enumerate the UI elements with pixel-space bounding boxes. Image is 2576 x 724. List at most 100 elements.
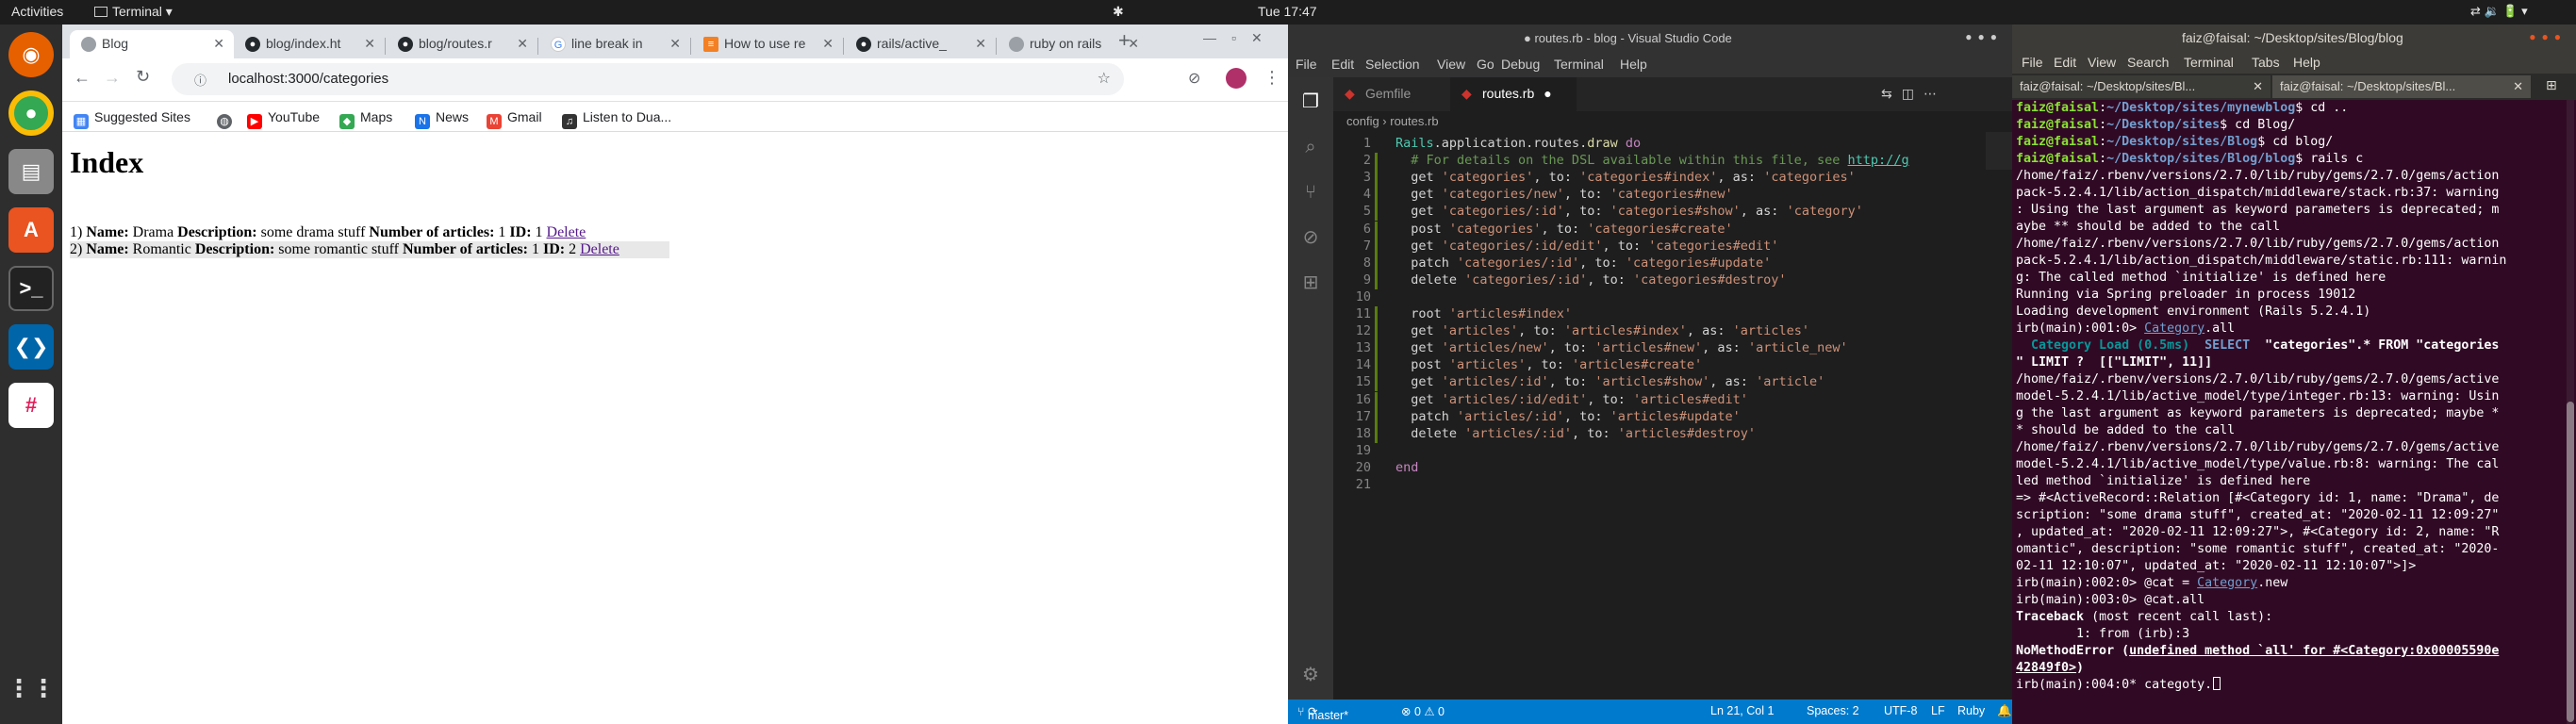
new-tab-icon[interactable]: ⊞ (2546, 77, 2557, 93)
debug-icon[interactable]: ⊘ (1299, 226, 1322, 249)
line-number: 8 (1362, 255, 1371, 271)
menu-selection[interactable]: Selection (1365, 57, 1420, 72)
code-line: get 'categories', to: 'categories#index'… (1395, 170, 1856, 186)
menu-debug[interactable]: Debug (1501, 57, 1540, 72)
terminal-tab-active[interactable]: faiz@faisal: ~/Desktop/sites/Bl... ✕ (2272, 75, 2531, 98)
menu-file[interactable]: File (1296, 57, 1317, 72)
source-control-icon[interactable]: ⑂ (1299, 181, 1322, 204)
bookmark-dua[interactable]: ♫ Listen to Dua... (562, 109, 671, 129)
dua-icon: ♫ (562, 114, 577, 129)
encoding[interactable]: UTF-8 (1884, 704, 1917, 717)
tab-gemfile[interactable]: ◆ Gemfile (1333, 77, 1450, 111)
notifications-bell-icon[interactable]: 🔔 (1997, 704, 2012, 718)
software-center-icon[interactable]: A (8, 207, 54, 253)
line-number: 10 (1355, 288, 1371, 304)
terminal-output[interactable]: faiz@faisal:~/Desktop/sites/mynewblog$ c… (2016, 100, 2563, 724)
scrollbar-thumb[interactable] (2567, 402, 2574, 722)
window-controls[interactable]: —▫✕ (1203, 30, 1278, 46)
menu-tabs[interactable]: Tabs (2252, 55, 2280, 70)
branch-indicator[interactable]: ⑂ master* ⟳ (1297, 704, 1348, 722)
menu-help[interactable]: Help (1620, 57, 1647, 72)
menu-help[interactable]: Help (2293, 55, 2320, 70)
settings-gear-icon[interactable]: ⚙ (1299, 664, 1322, 686)
git-change-marker (1375, 255, 1378, 272)
unsaved-dot-icon[interactable]: ● (1544, 86, 1551, 101)
menu-edit[interactable]: Edit (2054, 55, 2076, 70)
bookmark-youtube[interactable]: ▶ YouTube (247, 109, 320, 129)
tab-routes-rb[interactable]: ◆ routes.rb ● (1450, 77, 1577, 111)
new-tab-button[interactable]: + (1118, 28, 1131, 53)
explorer-icon[interactable]: ❐ (1299, 90, 1322, 113)
delete-link[interactable]: Delete (547, 224, 586, 240)
chrome-icon[interactable]: ● (8, 90, 54, 136)
menu-edit[interactable]: Edit (1331, 57, 1354, 72)
files-icon[interactable]: ▤ (8, 149, 54, 194)
close-tab-icon[interactable]: ✕ (2253, 79, 2263, 94)
menu-file[interactable]: File (2022, 55, 2043, 70)
menu-icon[interactable]: ⋮ (1263, 68, 1280, 88)
vscode-icon[interactable]: ❮❯ (8, 324, 54, 370)
extensions-icon[interactable]: ⊞ (1299, 272, 1322, 294)
bookmark-star-icon[interactable]: ☆ (1098, 69, 1111, 88)
terminal-tab[interactable]: faiz@faisal: ~/Desktop/sites/Bl... ✕ (2012, 75, 2271, 98)
tab-stackoverflow[interactable]: ≡ How to use re ✕ (692, 30, 843, 58)
menu-terminal[interactable]: Terminal (2184, 55, 2234, 70)
show-apps-icon[interactable]: ⋮⋮ (7, 666, 56, 711)
info-icon[interactable]: ⓘ (194, 71, 206, 89)
tab-github-index[interactable]: ● blog/index.ht ✕ (234, 30, 385, 58)
slack-tray-icon[interactable]: ✱ (1113, 4, 1124, 20)
close-tab-icon[interactable]: ✕ (517, 36, 528, 52)
activities-button[interactable]: Activities (11, 4, 63, 19)
tab-blog[interactable]: Blog ✕ (70, 30, 234, 58)
terminal-icon[interactable]: >_ (8, 266, 54, 311)
bookmark-globe[interactable]: ◍ (217, 109, 238, 129)
bookmark-news[interactable]: N News (415, 109, 469, 129)
language-mode[interactable]: Ruby (1957, 704, 1985, 717)
bookmark-suggested-sites[interactable]: ▦ Suggested Sites (74, 109, 190, 129)
slack-icon[interactable]: # (8, 383, 54, 428)
line-ending[interactable]: LF (1931, 704, 1945, 717)
globe-icon: ◍ (217, 114, 232, 129)
editor-actions[interactable]: ⇆◫⋯ (1881, 86, 1946, 102)
search-icon[interactable]: ⌕ (1299, 136, 1322, 158)
avatar[interactable] (1226, 68, 1247, 89)
code-editor[interactable]: 1 Rails.application.routes.draw do 2 # For… (1333, 132, 2046, 699)
indentation[interactable]: Spaces: 2 (1807, 704, 1859, 717)
clock[interactable]: Tue 17:47 (1258, 4, 1317, 19)
close-tab-icon[interactable]: ✕ (822, 36, 834, 52)
problems-indicator[interactable]: ⊗ 0 ⚠ 0 (1401, 704, 1445, 718)
app-menu[interactable]: Terminal ▾ (94, 4, 173, 20)
bookmark-gmail[interactable]: M Gmail (487, 109, 542, 129)
extension-icon[interactable]: ⊘ (1188, 69, 1200, 88)
code-line: get 'articles/:id', to: 'articles#show',… (1395, 374, 1825, 390)
tab-github-rails[interactable]: ● rails/active_ ✕ (845, 30, 996, 58)
tab-google[interactable]: Gline break in ✕ (539, 30, 690, 58)
close-tab-icon[interactable]: ✕ (669, 36, 681, 52)
back-icon[interactable]: ← (74, 68, 91, 88)
tab-github-routes[interactable]: ● blog/routes.r ✕ (387, 30, 537, 58)
close-tab-icon[interactable]: ✕ (213, 36, 224, 52)
activity-bar: ❐ ⌕ ⑂ ⊘ ⊞ ⚙ (1288, 77, 1333, 699)
bookmark-maps[interactable]: ◆ Maps (339, 109, 392, 129)
window-controls[interactable]: ●●● (2529, 30, 2567, 43)
window-controls[interactable]: ●●● (1965, 30, 2003, 43)
line-number: 4 (1362, 187, 1371, 203)
cursor-position[interactable]: Ln 21, Col 1 (1710, 704, 1774, 717)
menu-view[interactable]: View (1437, 57, 1465, 72)
close-tab-icon[interactable]: ✕ (975, 36, 986, 52)
breadcrumb[interactable]: config › routes.rb (1333, 111, 2012, 132)
news-icon: N (415, 114, 430, 129)
reload-icon[interactable]: ↻ (136, 67, 150, 87)
menu-search[interactable]: Search (2127, 55, 2169, 70)
grid-icon: ▦ (74, 114, 89, 129)
menu-go[interactable]: Go (1477, 57, 1494, 72)
menu-terminal[interactable]: Terminal (1554, 57, 1604, 72)
close-tab-icon[interactable]: ✕ (364, 36, 375, 52)
url-bar[interactable]: ⓘ localhost:3000/categories ☆ (172, 63, 1124, 95)
forward-icon[interactable]: → (104, 68, 121, 88)
firefox-icon[interactable]: ◉ (8, 32, 54, 77)
system-tray[interactable]: ⇄ 🔉 🔋 ▾ (2470, 4, 2528, 19)
delete-link[interactable]: Delete (580, 241, 619, 257)
close-tab-icon[interactable]: ✕ (2513, 79, 2523, 94)
menu-view[interactable]: View (2088, 55, 2116, 70)
